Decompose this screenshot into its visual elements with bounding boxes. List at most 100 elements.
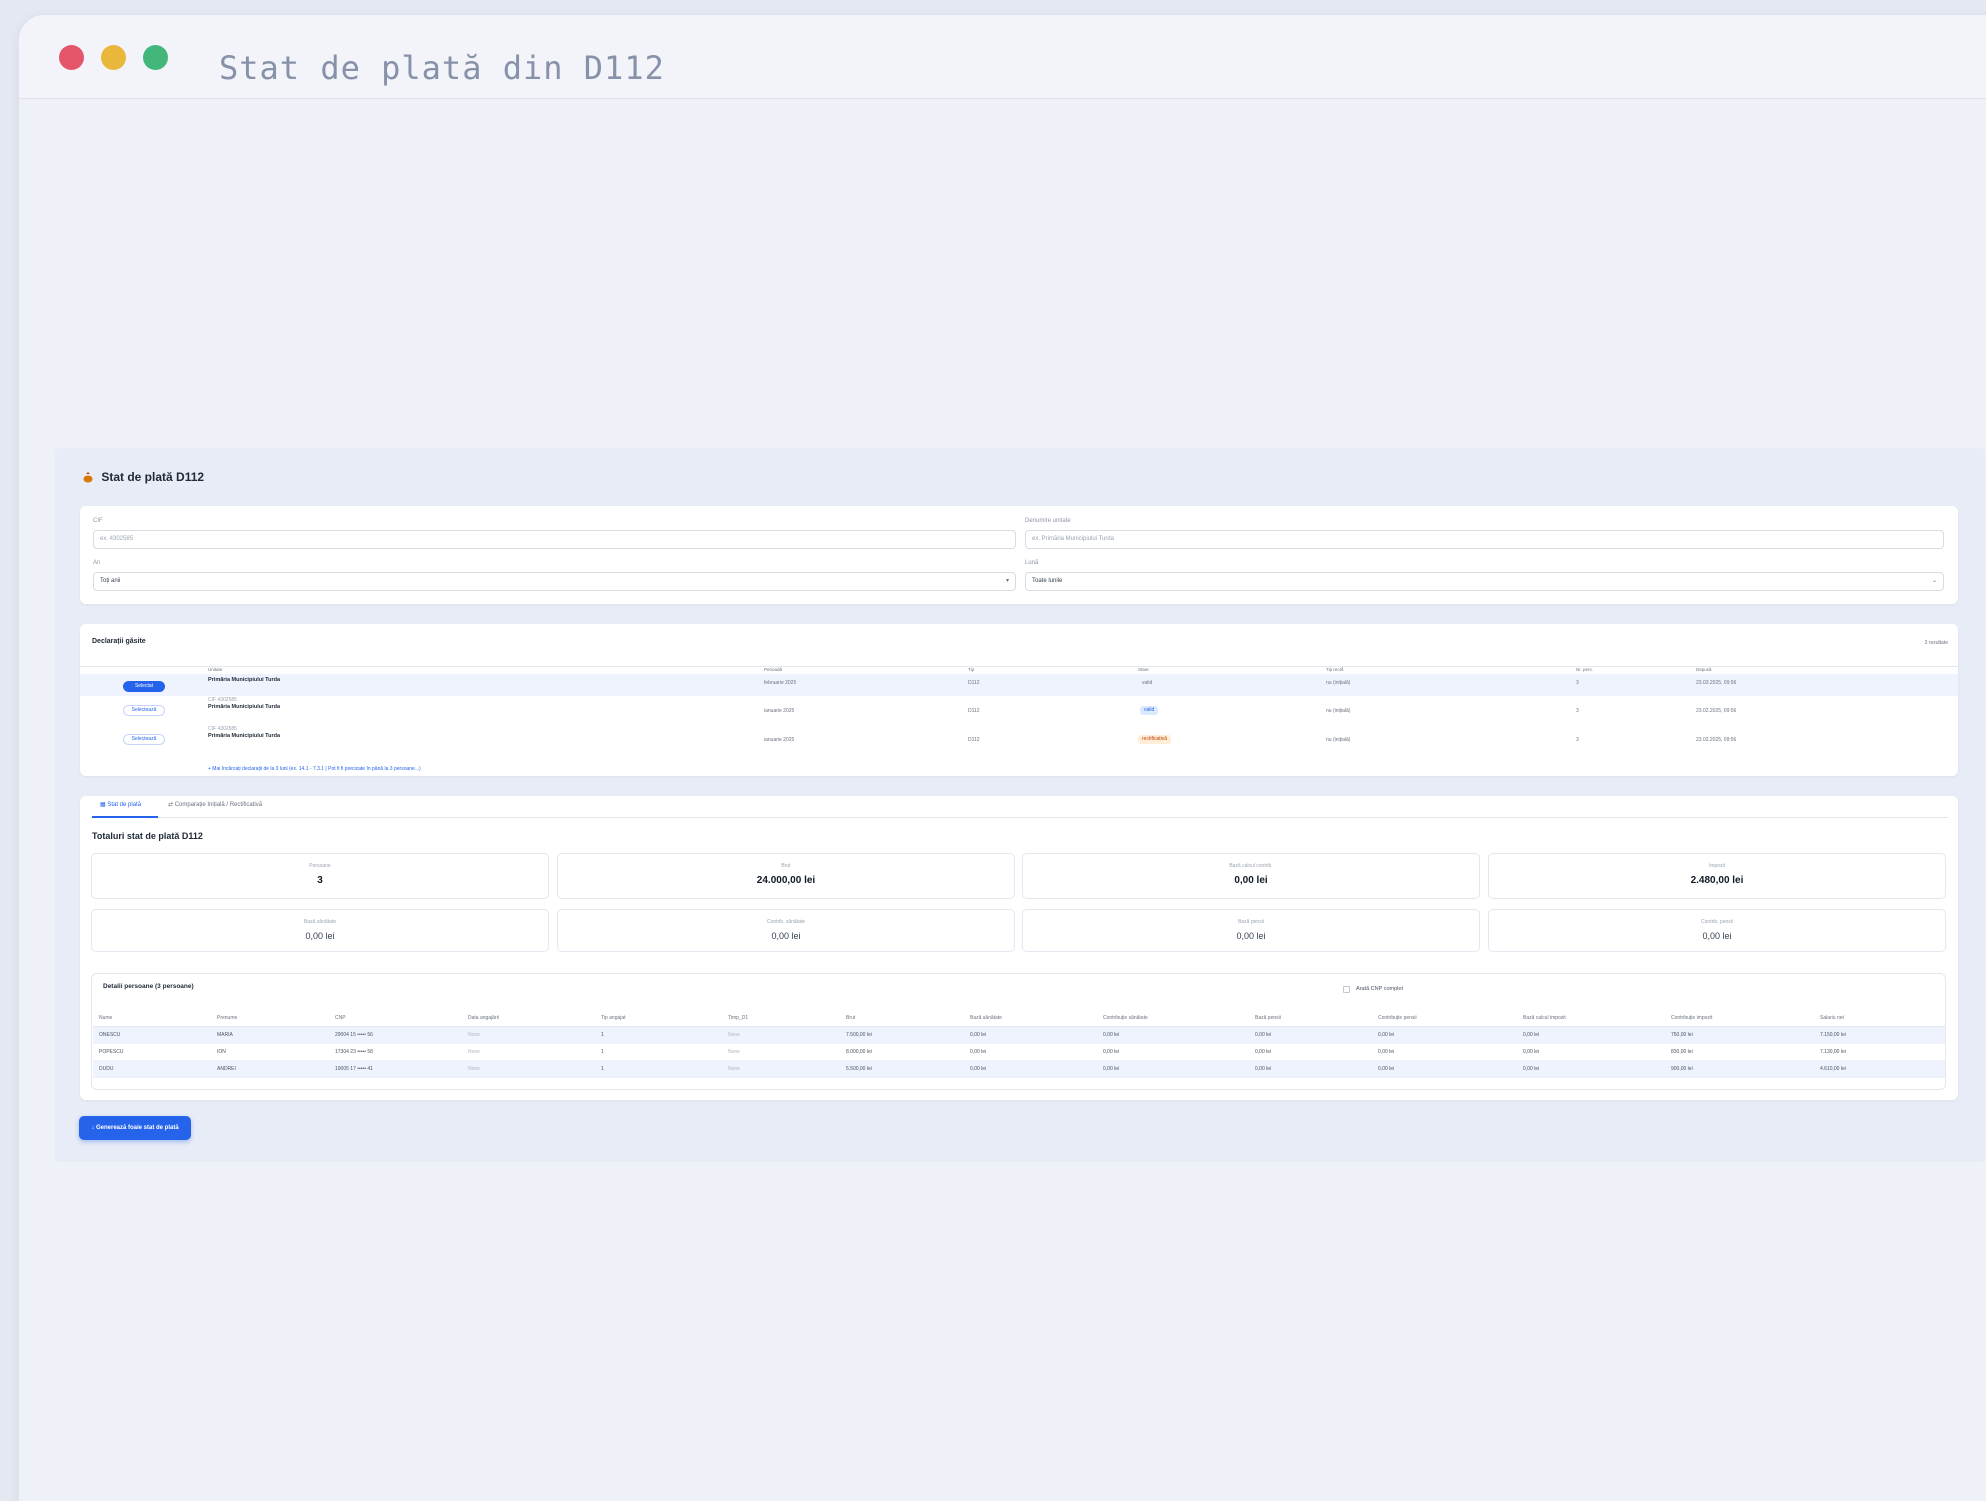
- row-unitate: Primăria Municipiului Turda: [208, 677, 281, 683]
- chevron-down-icon: ⌄: [1931, 578, 1937, 584]
- select-declaration-button[interactable]: Selectează: [123, 734, 165, 745]
- row-tip: D112: [968, 708, 980, 714]
- cif-label: CIF: [93, 518, 103, 524]
- kpi-value: 0,00 lei: [1236, 931, 1266, 941]
- cell-prenume: ION: [211, 1043, 329, 1061]
- cell-tip-angajat: 1: [595, 1043, 722, 1061]
- declaration-row-selected[interactable]: [80, 674, 1958, 696]
- cell-baza-impozit: 0,00 lei: [1517, 1060, 1665, 1078]
- cell-nume: DUDU: [93, 1060, 211, 1078]
- cell-contrib-impozit: 830,00 lei: [1665, 1043, 1814, 1061]
- row-cif: CIF 4302585: [208, 697, 237, 703]
- tab-comparatie[interactable]: ⇄ Comparație Inițială / Rectificativă: [168, 801, 262, 808]
- kpi-value: 0,00 lei: [305, 931, 335, 941]
- load-more-link[interactable]: + Mai încărcați declarații de la 3 luni …: [208, 766, 421, 772]
- cell-timp: None: [722, 1060, 840, 1078]
- cell-baza-impozit: 0,00 lei: [1517, 1026, 1665, 1044]
- chevron-down-icon: ▾: [1005, 578, 1009, 584]
- row-depusa: 23.02.2025, 09:56: [1696, 708, 1737, 714]
- denumire-input[interactable]: ex. Primăria Municipiului Turda: [1025, 530, 1944, 549]
- col-timp: Timp_D1: [722, 1010, 840, 1027]
- declarations-card: Declarații găsite 3 rezultate Unitate Pe…: [80, 624, 1958, 776]
- row-rectif: nu (inițială): [1326, 680, 1351, 686]
- table-divider: [80, 666, 1958, 667]
- cell-cnp: 19005 17 ••••• 41: [329, 1060, 462, 1078]
- status-badge: rectificativă: [1138, 735, 1172, 744]
- kpi-value: 2.480,00 lei: [1690, 875, 1744, 886]
- table-row: POPESCU ION 17304 23 ••••• 58 None 1 Non…: [93, 1043, 1945, 1061]
- row-depusa: 23.03.2025, 09:56: [1696, 680, 1737, 686]
- cell-data-angajarii: None: [462, 1043, 595, 1061]
- title-bar: Stat de plată din D112: [19, 15, 1986, 99]
- an-select[interactable]: Toți anii ▾: [93, 572, 1016, 591]
- cell-contrib-sanatate: 0,00 lei: [1097, 1043, 1249, 1061]
- cell-baza-pensii: 0,00 lei: [1249, 1043, 1372, 1061]
- an-label: An: [93, 560, 101, 566]
- col-contrib-sanatate: Contribuție sănătate: [1097, 1010, 1249, 1027]
- row-nr: 3: [1576, 708, 1579, 714]
- row-perioada: februarie 2025: [764, 680, 797, 686]
- cell-salariu-net: 4.610,00 lei: [1814, 1060, 1945, 1078]
- cell-contrib-sanatate: 0,00 lei: [1097, 1026, 1249, 1044]
- select-declaration-button[interactable]: Selectează: [123, 705, 165, 716]
- table-row: DUDU ANDREI 19005 17 ••••• 41 None 1 Non…: [93, 1060, 1945, 1078]
- tab-stat-de-plata[interactable]: ▦ Stat de plată: [100, 801, 141, 808]
- kpi-value: 0,00 lei: [771, 931, 801, 941]
- select-declaration-button[interactable]: Selectat: [123, 681, 165, 692]
- row-perioada: ianuarie 2025: [764, 737, 795, 743]
- denumire-label: Denumire unitate: [1025, 518, 1071, 524]
- row-nr: 3: [1576, 680, 1579, 686]
- generate-payroll-button[interactable]: ↓ Generează foaie stat de plată: [79, 1116, 191, 1140]
- row-rectif: nu (inițială): [1326, 708, 1351, 714]
- close-window-button[interactable]: [59, 45, 84, 70]
- row-stare: valid: [1142, 680, 1153, 686]
- cell-baza-impozit: 0,00 lei: [1517, 1043, 1665, 1061]
- declarations-title: Declarații găsite: [92, 638, 146, 645]
- show-cnp-label[interactable]: Arată CNP complet: [1356, 986, 1403, 992]
- cell-nume: POPESCU: [93, 1043, 211, 1061]
- cell-prenume: ANDREI: [211, 1060, 329, 1078]
- table-header-row: Nume Prenume CNP Data angajării Tip anga…: [93, 1010, 1945, 1027]
- cell-baza-pensii: 0,00 lei: [1249, 1060, 1372, 1078]
- header-depusa: Depusă: [1696, 667, 1712, 672]
- kpi-contrib-sanatate: Contrib. sănătate 0,00 lei: [557, 909, 1015, 952]
- col-salariu-net: Salariu net: [1814, 1010, 1945, 1027]
- col-data-angajarii: Data angajării: [462, 1010, 595, 1027]
- col-baza-pensii: Bază pensii: [1249, 1010, 1372, 1027]
- kpi-baza-pensii: Bază pensii 0,00 lei: [1022, 909, 1480, 952]
- declarations-count: 3 rezultate: [1924, 640, 1948, 646]
- row-rectif: nu (inițială): [1326, 737, 1351, 743]
- cell-baza-sanatate: 0,00 lei: [964, 1026, 1097, 1044]
- cell-baza-sanatate: 0,00 lei: [964, 1043, 1097, 1061]
- kpi-value: 24.000,00 lei: [756, 875, 816, 886]
- cell-cnp: 29004 15 ••••• 56: [329, 1026, 462, 1044]
- kpi-contrib-pensii: Contrib. pensii 0,00 lei: [1488, 909, 1946, 952]
- kpi-label: Bază calcul contrib.: [1229, 863, 1273, 869]
- kpi-label: Brut: [781, 863, 791, 869]
- row-tip: D112: [968, 680, 980, 686]
- page-title-text: Stat de plată D112: [101, 470, 205, 484]
- cell-brut: 8.000,00 lei: [840, 1043, 964, 1061]
- col-nume: Nume: [93, 1010, 211, 1027]
- maximize-window-button[interactable]: [143, 45, 168, 70]
- window-title: Stat de plată din D112: [219, 49, 665, 87]
- minimize-window-button[interactable]: [101, 45, 126, 70]
- stat-card: ▦ Stat de plată ⇄ Comparație Inițială / …: [80, 796, 1958, 1100]
- col-contrib-pensii: Contribuție pensii: [1372, 1010, 1517, 1027]
- header-perioada: Perioadă: [764, 667, 783, 672]
- cell-nume: ONESCU: [93, 1026, 211, 1044]
- cell-data-angajarii: None: [462, 1060, 595, 1078]
- cell-contrib-pensii: 0,00 lei: [1372, 1043, 1517, 1061]
- col-prenume: Prenume: [211, 1010, 329, 1027]
- cell-baza-pensii: 0,00 lei: [1249, 1026, 1372, 1044]
- cell-brut: 5.500,00 lei: [840, 1060, 964, 1078]
- header-tip: Tip: [968, 667, 975, 672]
- kpi-value: 3: [317, 875, 323, 886]
- row-tip: D112: [968, 737, 980, 743]
- cell-salariu-net: 7.150,00 lei: [1814, 1026, 1945, 1044]
- header-unitate: Unitate: [208, 667, 223, 672]
- show-cnp-checkbox[interactable]: [1343, 986, 1350, 993]
- cell-timp: None: [722, 1043, 840, 1061]
- cif-input[interactable]: ex. 4302585: [93, 530, 1016, 549]
- luna-select[interactable]: Toate lunile ⌄: [1025, 572, 1944, 591]
